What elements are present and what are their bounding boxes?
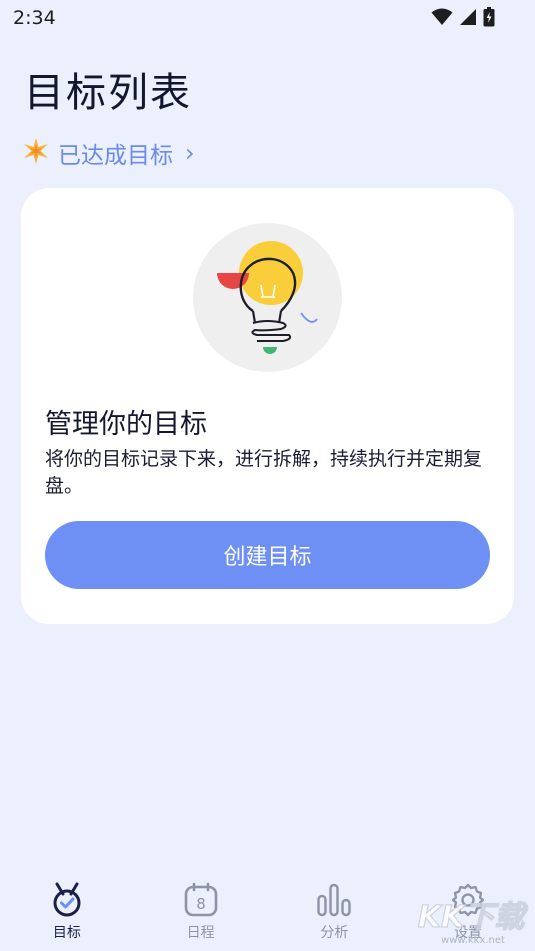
medal-check-icon [47,880,87,920]
lightbulb-illustration [193,223,342,372]
achieved-goals-link[interactable]: 已达成目标 › [22,136,195,170]
watermark-text: KK下载 [418,900,528,935]
goals-screen: 2:34 目标列表 已达成目标 › 管理你的目标 将你的目标记录下来，进行拆解，… [0,0,535,951]
wifi-icon [431,8,453,30]
calendar-icon: 8 [181,880,221,920]
nav-item-goals[interactable]: 目标 [0,872,134,951]
nav-label-goals: 目标 [52,925,81,941]
card-heading: 管理你的目标 [45,409,207,440]
page-title: 目标列表 [24,70,192,116]
status-time: 2:34 [13,7,56,29]
card-description: 将你的目标记录下来，进行拆解，持续执行并定期复盘。 [45,448,483,497]
nav-label-analysis: 分析 [320,925,349,941]
create-goal-button[interactable]: 创建目标 [45,521,490,589]
watermark-url: www.kkx.net [441,935,505,946]
chevron-right-icon: › [185,139,195,167]
nav-item-analysis[interactable]: 分析 [268,872,402,951]
battery-icon [483,7,495,31]
signal-icon [459,8,477,30]
nav-item-schedule[interactable]: 8 日程 [134,872,268,951]
nav-label-schedule: 日程 [186,925,215,941]
sparkle-star-icon [22,137,50,169]
status-bar: 2:34 [0,0,535,36]
achieved-goals-label: 已达成目标 [58,143,173,169]
status-icons [431,7,495,31]
calendar-day-number: 8 [196,895,206,913]
bar-chart-icon [314,880,354,920]
kkx-watermark: KK下载 www.kkx.net [411,895,531,947]
empty-state-card: 管理你的目标 将你的目标记录下来，进行拆解，持续执行并定期复盘。 创建目标 [21,188,514,624]
